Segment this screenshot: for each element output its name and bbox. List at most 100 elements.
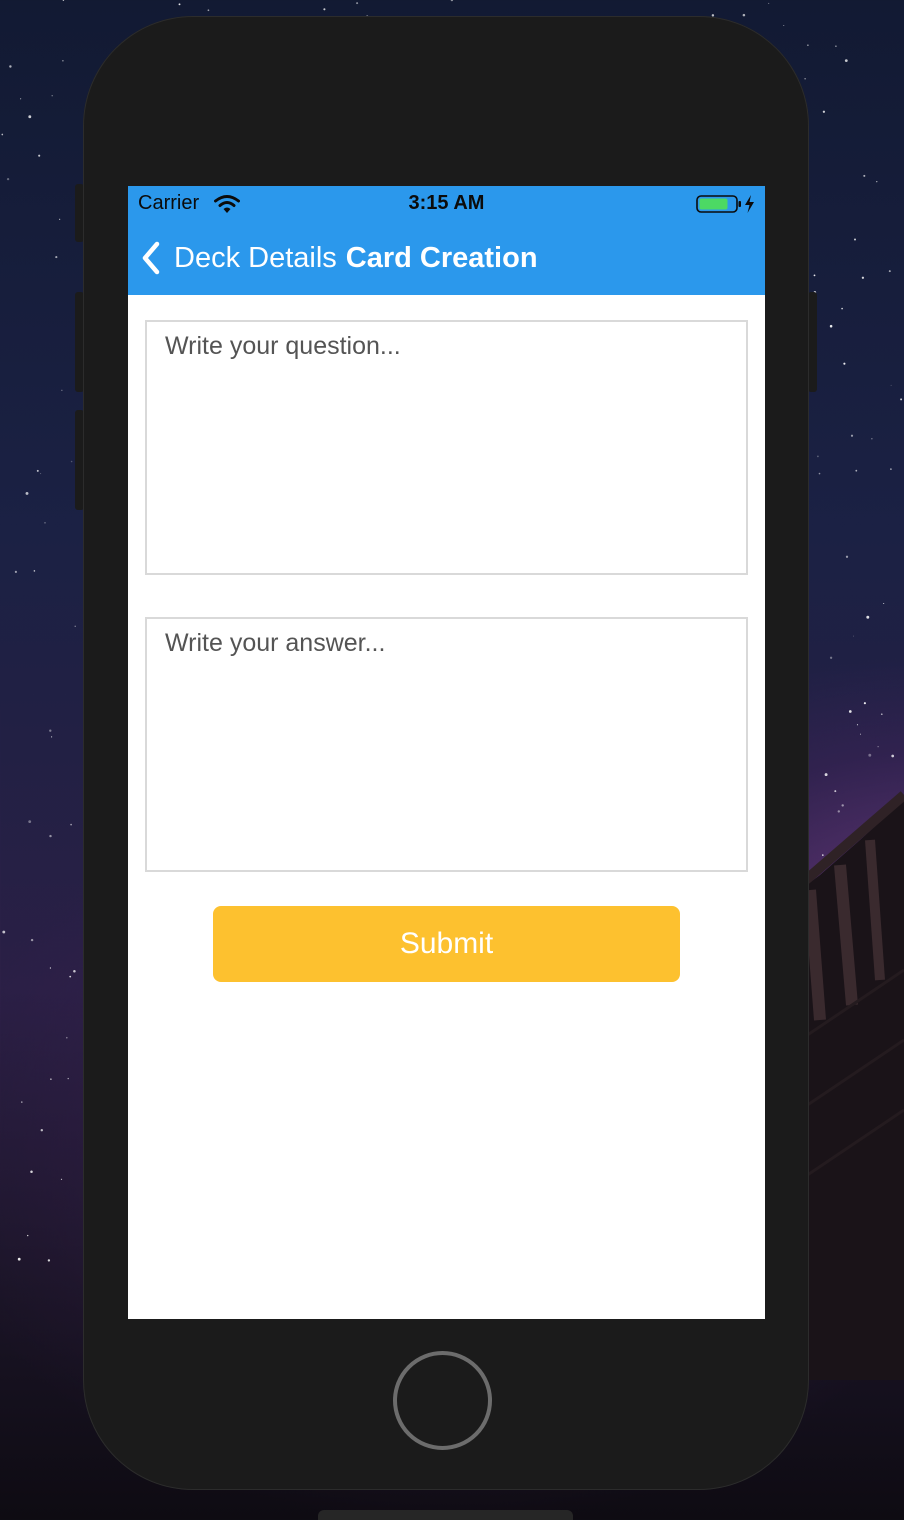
star xyxy=(59,218,61,220)
star xyxy=(854,238,856,241)
star xyxy=(50,1078,52,1080)
star xyxy=(21,1101,23,1103)
star xyxy=(44,522,46,524)
star xyxy=(323,8,326,11)
star xyxy=(829,324,833,328)
star xyxy=(822,110,826,113)
star xyxy=(40,473,42,475)
star xyxy=(27,1234,29,1237)
star xyxy=(829,656,833,659)
device-stand-tab xyxy=(318,1510,573,1520)
star xyxy=(768,2,770,4)
star xyxy=(890,384,892,386)
star xyxy=(74,625,76,627)
star xyxy=(30,938,34,942)
page-title: Card Creation xyxy=(345,241,538,274)
star xyxy=(845,555,849,558)
star xyxy=(863,174,866,177)
star xyxy=(20,98,22,100)
star xyxy=(2,930,6,934)
star xyxy=(868,753,872,757)
star xyxy=(17,1257,21,1261)
home-button[interactable] xyxy=(393,1351,492,1450)
star xyxy=(51,736,53,738)
star xyxy=(861,276,865,279)
question-input[interactable] xyxy=(145,320,748,575)
battery-charging-icon xyxy=(696,195,754,213)
star xyxy=(859,733,862,735)
star xyxy=(70,823,72,826)
phone-screen: Carrier 3:15 AM Deck Details Card Creati… xyxy=(128,186,765,1319)
star xyxy=(9,65,12,68)
star xyxy=(450,0,454,2)
star xyxy=(890,468,892,470)
star xyxy=(40,1129,43,1132)
star xyxy=(844,59,848,62)
star xyxy=(28,820,32,824)
star xyxy=(856,724,859,726)
star xyxy=(850,434,854,437)
status-time: 3:15 AM xyxy=(408,192,485,214)
star xyxy=(60,1178,63,1180)
star xyxy=(6,177,10,181)
star xyxy=(888,270,891,273)
star xyxy=(62,59,64,62)
star xyxy=(30,1170,33,1174)
ship-silhouette xyxy=(800,791,904,1380)
star xyxy=(73,969,76,973)
star xyxy=(813,274,816,277)
star xyxy=(853,635,855,637)
star xyxy=(843,362,846,365)
star xyxy=(876,181,878,183)
star xyxy=(804,78,806,80)
star xyxy=(62,0,65,2)
star xyxy=(51,94,53,97)
star xyxy=(356,2,359,5)
chevron-left-icon xyxy=(142,241,160,275)
star xyxy=(891,754,895,758)
star xyxy=(818,472,821,475)
star xyxy=(14,570,17,574)
star xyxy=(855,469,858,472)
star xyxy=(742,13,746,17)
star xyxy=(863,702,866,705)
star xyxy=(883,602,885,605)
star xyxy=(848,710,852,713)
star xyxy=(28,115,32,119)
back-button[interactable]: Deck Details Card Creation xyxy=(140,236,538,280)
star xyxy=(807,44,809,46)
app-header: Carrier 3:15 AM Deck Details Card Creati… xyxy=(128,186,765,295)
star xyxy=(783,25,785,26)
star xyxy=(25,491,29,495)
battery-level-fill xyxy=(699,198,728,210)
star xyxy=(824,773,828,777)
star xyxy=(47,1259,51,1262)
back-button-label: Deck Details xyxy=(174,241,337,274)
star xyxy=(1,133,4,136)
navigation-bar: Deck Details Card Creation xyxy=(128,226,765,290)
answer-input[interactable] xyxy=(145,617,748,872)
star xyxy=(38,154,41,157)
power-button xyxy=(808,292,817,392)
star xyxy=(36,469,39,472)
star xyxy=(817,455,819,458)
star xyxy=(207,9,210,12)
star xyxy=(877,746,879,748)
star xyxy=(70,460,73,463)
star xyxy=(49,967,51,969)
star xyxy=(178,3,181,6)
star xyxy=(900,398,903,401)
star xyxy=(49,729,52,732)
star xyxy=(871,438,873,440)
star xyxy=(49,834,52,838)
star xyxy=(66,1036,68,1039)
submit-button[interactable]: Submit xyxy=(213,906,680,982)
star xyxy=(880,713,883,716)
star xyxy=(55,256,58,259)
star xyxy=(69,975,72,978)
star xyxy=(67,1077,69,1080)
star xyxy=(61,389,63,391)
star xyxy=(835,45,837,48)
star xyxy=(866,615,870,619)
star xyxy=(33,570,36,572)
